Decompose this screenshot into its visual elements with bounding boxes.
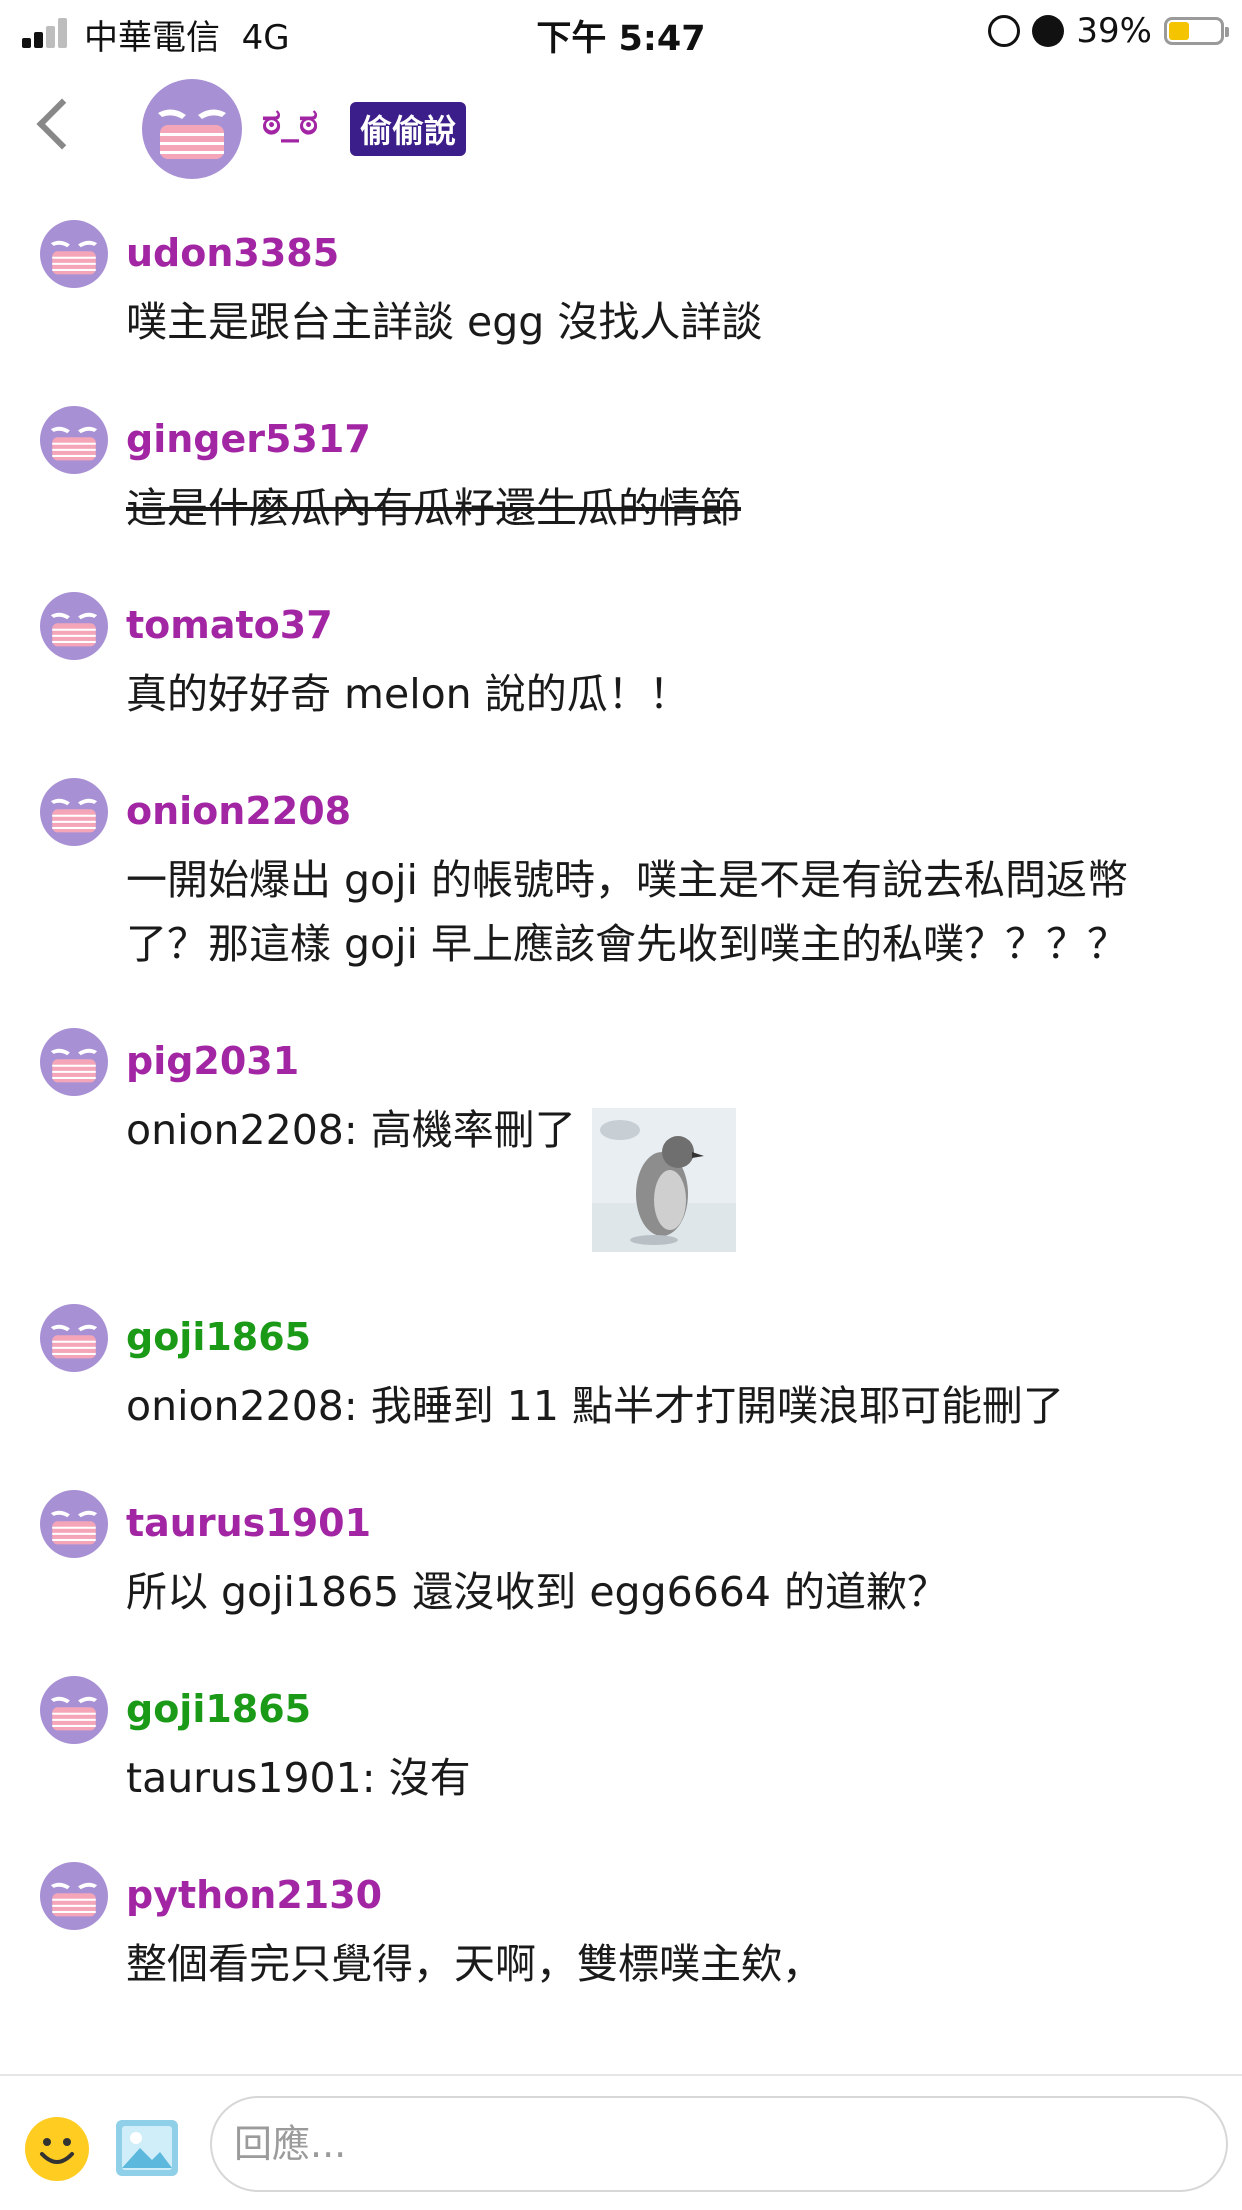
avatar[interactable] (40, 778, 108, 846)
avatar[interactable] (40, 1862, 108, 1930)
response-text: 噗主是跟台主詳談 egg 沒找人詳談 (126, 278, 1242, 354)
reply-input[interactable] (210, 2096, 1228, 2192)
response-text: onion2208: 高機率刪了 (126, 1086, 1242, 1252)
response-author[interactable]: pig2031 (126, 1016, 1242, 1086)
response-author[interactable]: ginger5317 (126, 394, 1242, 464)
response-item: ginger5317 這是什麼瓜內有瓜籽還生瓜的情節 (0, 394, 1242, 580)
avatar[interactable] (40, 592, 108, 660)
response-text: onion2208: 我睡到 11 點半才打開噗浪耶可能刪了 (126, 1362, 1242, 1438)
response-author[interactable]: onion2208 (126, 766, 1242, 836)
response-text-content: 整個看完只覺得，天啊，雙標噗主欸， (126, 1940, 823, 1988)
response-author[interactable]: goji1865 (126, 1664, 1242, 1734)
response-text-content: onion2208: 高機率刪了 (126, 1106, 576, 1154)
avatar[interactable] (40, 406, 108, 474)
avatar[interactable] (142, 79, 242, 179)
response-text-content: 一開始爆出 goji 的帳號時，噗主是不是有說去私問返幣了？那這樣 goji 早… (126, 856, 1128, 968)
avatar[interactable] (40, 220, 108, 288)
response-text: 整個看完只覺得，天啊，雙標噗主欸， (126, 1920, 1242, 1996)
penguin-image[interactable] (591, 1108, 736, 1252)
chevron-left-icon[interactable] (36, 98, 88, 150)
reply-bar (0, 2074, 1242, 2210)
response-item: udon3385 噗主是跟台主詳談 egg 沒找人詳談 (0, 208, 1242, 394)
qualifier-tag: 偷偷說 (350, 102, 467, 156)
response-text-content: 噗主是跟台主詳談 egg 沒找人詳談 (126, 298, 763, 346)
response-text-content: 所以 goji1865 還沒收到 egg6664 的道歉？ (126, 1568, 948, 1616)
response-text: 一開始爆出 goji 的帳號時，噗主是不是有說去私問返幣了？那這樣 goji 早… (126, 836, 1242, 976)
response-text: 這是什麼瓜內有瓜籽還生瓜的情節 (126, 464, 1242, 540)
response-item: pig2031 onion2208: 高機率刪了 (0, 1016, 1242, 1292)
author-name[interactable]: ಠ_ಠ (262, 102, 318, 144)
response-item: onion2208 一開始爆出 goji 的帳號時，噗主是不是有說去私問返幣了？那… (0, 766, 1242, 1016)
response-item: goji1865 onion2208: 我睡到 11 點半才打開噗浪耶可能刪了 (0, 1292, 1242, 1478)
response-item: goji1865 taurus1901: 沒有 (0, 1664, 1242, 1850)
response-author[interactable]: taurus1901 (126, 1478, 1242, 1548)
response-text-content: 這是什麼瓜內有瓜籽還生瓜的情節 (126, 484, 741, 532)
avatar[interactable] (40, 1676, 108, 1744)
avatar[interactable] (40, 1028, 108, 1096)
emoji-icon[interactable] (24, 2116, 90, 2182)
response-item: tomato37 真的好好奇 melon 說的瓜！！ (0, 580, 1242, 766)
orientation-lock-icon (988, 15, 1021, 47)
response-text: 真的好好奇 melon 說的瓜！！ (126, 650, 1242, 726)
response-text-content: 真的好好奇 melon 說的瓜！！ (126, 670, 690, 718)
plurk-header: ಠ_ಠ 偷偷說 (0, 62, 1242, 202)
avatar[interactable] (40, 1304, 108, 1372)
avatar[interactable] (40, 1490, 108, 1558)
response-author[interactable]: goji1865 (126, 1292, 1242, 1362)
response-author[interactable]: udon3385 (126, 208, 1242, 278)
status-bar: 中華電信 4G 下午 5:47 39% (0, 0, 1242, 62)
alarm-icon (1032, 15, 1065, 47)
response-item: taurus1901 所以 goji1865 還沒收到 egg6664 的道歉？ (0, 1478, 1242, 1664)
response-text-content: taurus1901: 沒有 (126, 1754, 471, 1802)
response-author[interactable]: python2130 (126, 1850, 1242, 1920)
response-text: taurus1901: 沒有 (126, 1734, 1242, 1810)
response-item: python2130 整個看完只覺得，天啊，雙標噗主欸， (0, 1850, 1242, 2036)
response-list: udon3385 噗主是跟台主詳談 egg 沒找人詳談 ginger5317 這是什麼… (0, 208, 1242, 2036)
battery-percent: 39% (1076, 11, 1152, 51)
response-text: 所以 goji1865 還沒收到 egg6664 的道歉？ (126, 1548, 1242, 1624)
image-upload-icon[interactable] (114, 2118, 180, 2178)
response-author[interactable]: tomato37 (126, 580, 1242, 650)
response-text-content: onion2208: 我睡到 11 點半才打開噗浪耶可能刪了 (126, 1382, 1064, 1430)
battery-icon (1164, 17, 1229, 45)
